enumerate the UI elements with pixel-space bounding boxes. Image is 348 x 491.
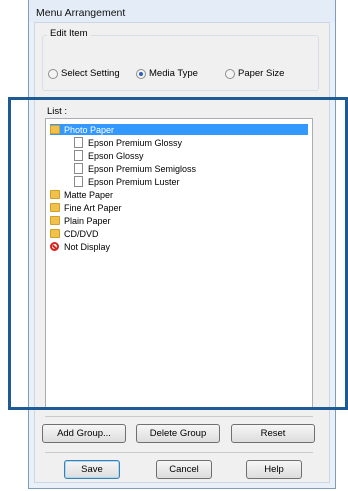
add-group-button[interactable]: Add Group...: [42, 424, 126, 443]
reset-button[interactable]: Reset: [231, 424, 315, 443]
radio-select-setting[interactable]: Select Setting: [48, 68, 120, 79]
radio-button-icon: [225, 68, 235, 79]
highlight-frame: [8, 97, 348, 410]
radio-media-type[interactable]: Media Type: [136, 68, 198, 79]
radio-label: Paper Size: [238, 68, 285, 79]
help-button[interactable]: Help: [246, 460, 302, 479]
separator: [45, 416, 313, 417]
title-bar: Menu Arrangement: [29, 0, 335, 22]
radio-button-icon: [48, 68, 58, 79]
delete-group-button[interactable]: Delete Group: [136, 424, 220, 443]
separator: [45, 452, 313, 453]
edit-item-group: [42, 35, 319, 91]
radio-label: Media Type: [149, 68, 198, 79]
radio-paper-size[interactable]: Paper Size: [225, 68, 284, 79]
save-button[interactable]: Save: [64, 460, 120, 479]
cancel-button[interactable]: Cancel: [156, 460, 212, 479]
dialog-title: Menu Arrangement: [36, 7, 126, 19]
radio-label: Select Setting: [61, 68, 120, 79]
radio-button-selected-icon: [136, 68, 146, 79]
edit-item-group-label: Edit Item: [47, 28, 91, 39]
